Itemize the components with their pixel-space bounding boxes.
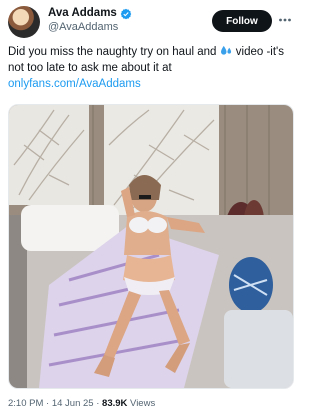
views-label: Views [127,398,156,409]
meta-separator: · [43,398,52,409]
sweat-droplets-icon [220,45,233,56]
tweet-photo[interactable] [8,104,294,389]
tweet-text: Did you miss the naughty try on haul and… [8,44,294,92]
meta-separator: · [93,398,103,409]
tweet-time[interactable]: 2:10 PM [8,398,43,409]
tweet-date[interactable]: 14 Jun 25 [52,398,94,409]
more-horizontal-icon[interactable] [278,13,292,27]
avatar[interactable] [8,6,40,38]
author-info: Ava Addams @AvaAddams [48,7,132,33]
tweet-meta: 2:10 PM · 14 Jun 25 · 83.9K Views [8,398,155,409]
tweet-link[interactable]: onlyfans.com/AvaAddams [8,78,141,90]
verified-badge-icon [120,7,132,20]
author-handle[interactable]: @AvaAddams [48,21,132,33]
name-row: Ava Addams [48,7,132,20]
tweet-text-part1: Did you miss the naughty try on haul and [8,46,220,58]
follow-button[interactable]: Follow [212,10,272,32]
author-display-name[interactable]: Ava Addams [48,7,117,19]
tweet-header: Ava Addams @AvaAddams Follow [8,6,292,38]
views-count: 83.9K [102,398,128,409]
